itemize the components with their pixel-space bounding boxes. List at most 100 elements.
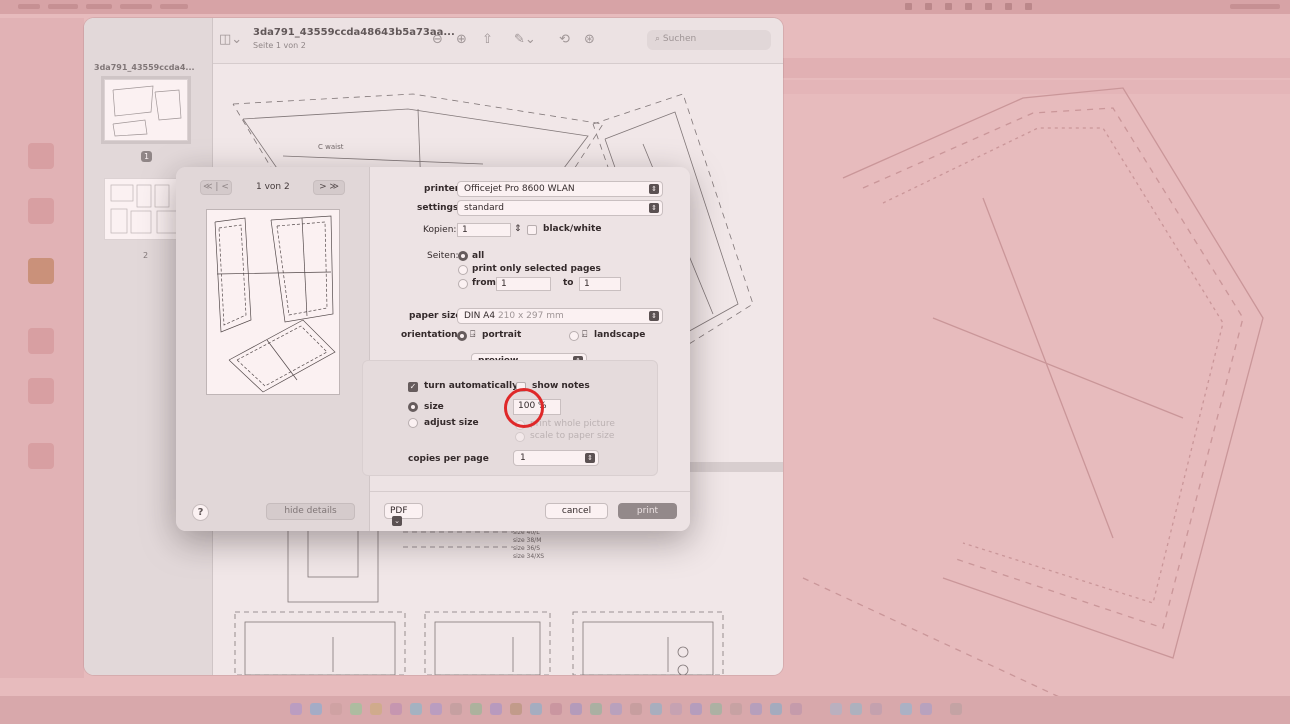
page-thumbnail-1[interactable] [101,76,191,144]
scale-to-paper-radio[interactable] [515,432,525,442]
turn-automatically-checkbox[interactable]: ✓ [408,382,418,392]
size-label: size [424,402,444,412]
menubar-item[interactable] [120,4,152,9]
dock-app-icon[interactable] [650,703,662,715]
first-prev-page-button[interactable]: ≪ | < [200,180,232,195]
portrait-label: portrait [482,330,522,340]
size-radio[interactable] [408,402,418,412]
dock-app-icon[interactable] [430,703,442,715]
next-last-page-button[interactable]: > ≫ [313,180,345,195]
search-placeholder: Suchen [662,34,697,44]
dock-app-icon[interactable] [590,703,602,715]
menubar-item[interactable] [86,4,112,9]
paper-size-label: paper size [409,311,462,321]
dock-app-icon[interactable] [530,703,542,715]
zoom-in-icon[interactable]: ⊕ [456,32,467,47]
markup-pen-icon[interactable]: ✎⌄ [514,32,536,47]
printer-select[interactable]: Officejet Pro 8600 WLAN ⇕ [457,181,663,197]
copies-per-page-value: 1 [520,453,526,463]
pages-from-label: from [472,278,496,288]
pages-selected-radio[interactable] [458,265,468,275]
copies-input[interactable]: 1 [457,223,511,237]
search-input[interactable]: ⌕ Suchen [647,30,771,50]
pages-from-radio[interactable] [458,279,468,289]
paper-size-select[interactable]: DIN A4 210 x 297 mm ⇕ [457,308,663,324]
cancel-button[interactable]: cancel [545,503,608,519]
copies-per-page-select[interactable]: 1 ⇕ [513,450,599,466]
print-button[interactable]: print [618,503,677,519]
dock-app-icon[interactable] [390,703,402,715]
menubar-clock[interactable] [1230,4,1280,9]
dock-app-icon[interactable] [670,703,682,715]
pdf-menu-button[interactable]: PDF ⌄ [384,503,423,526]
help-button[interactable]: ? [192,504,209,521]
annotate-icon[interactable]: ⊛ [584,32,595,47]
print-settings-pane [370,167,690,531]
black-white-checkbox[interactable] [527,225,537,235]
dock-app-icon[interactable] [450,703,462,715]
dock-app-icon[interactable] [470,703,482,715]
pages-to-input[interactable]: 1 [579,277,621,291]
dock-app-icon[interactable] [870,703,882,715]
menubar-item[interactable] [18,4,40,9]
desktop-menubar [0,0,1290,14]
window-subtitle: Seite 1 von 2 [253,41,306,50]
dock-app-icon[interactable] [330,703,342,715]
dock-app-icon[interactable] [490,703,502,715]
pages-all-label: all [472,251,485,261]
zoom-out-icon[interactable]: ⊖ [432,32,443,47]
dock-app-icon[interactable] [850,703,862,715]
sidebar-icon[interactable]: ◫⌄ [219,32,242,47]
dock-app-icon[interactable] [370,703,382,715]
window-title: 3da791_43559ccda48643b5a73aa... [253,27,455,38]
portrait-radio[interactable] [457,331,467,341]
pages-all-radio[interactable] [458,251,468,261]
status-icon[interactable] [965,3,972,10]
status-icon[interactable] [925,3,932,10]
landscape-radio[interactable] [569,331,579,341]
dock-app-icon[interactable] [750,703,762,715]
background-app-sidebar [0,18,84,678]
paper-size-value: DIN A4 [464,311,496,321]
dock-app-icon[interactable] [410,703,422,715]
dock-app-icon[interactable] [950,703,962,715]
copies-label: Kopien: [423,225,457,235]
dock-app-icon[interactable] [290,703,302,715]
settings-select[interactable]: standard ⇕ [457,200,663,216]
pages-label: Seiten: [427,251,459,261]
adjust-size-radio[interactable] [408,418,418,428]
pattern-label: C waist [318,143,344,151]
copies-stepper-icon[interactable]: ⇕ [514,224,522,234]
dock-app-icon[interactable] [350,703,362,715]
status-icon[interactable] [985,3,992,10]
print-dialog: ≪ | < 1 von 2 > ≫ ? hide details printer… [176,167,690,531]
status-icon[interactable] [945,3,952,10]
background-tile [28,143,54,169]
paper-size-dims: 210 x 297 mm [497,311,564,321]
status-icon[interactable] [1025,3,1032,10]
share-icon[interactable]: ⇧ [482,32,493,47]
dock-app-icon[interactable] [710,703,722,715]
dock-app-icon[interactable] [900,703,912,715]
dock-app-icon[interactable] [920,703,932,715]
dock-app-icon[interactable] [690,703,702,715]
rotate-icon[interactable]: ⟲ [559,32,570,47]
menubar-item[interactable] [160,4,188,9]
dock-app-icon[interactable] [830,703,842,715]
status-icon[interactable] [1005,3,1012,10]
dock-app-icon[interactable] [310,703,322,715]
hide-details-button[interactable]: hide details [266,503,355,520]
dock-app-icon[interactable] [610,703,622,715]
dock-app-icon[interactable] [510,703,522,715]
dialog-divider [370,491,690,492]
dock-app-icon[interactable] [630,703,642,715]
dock-app-icon[interactable] [790,703,802,715]
status-icon[interactable] [905,3,912,10]
dock-app-icon[interactable] [770,703,782,715]
dock-app-icon[interactable] [550,703,562,715]
menubar-item[interactable] [48,4,78,9]
dock-app-icon[interactable] [570,703,582,715]
search-icon: ⌕ [655,34,663,44]
dock-app-icon[interactable] [730,703,742,715]
pages-from-input[interactable]: 1 [496,277,551,291]
